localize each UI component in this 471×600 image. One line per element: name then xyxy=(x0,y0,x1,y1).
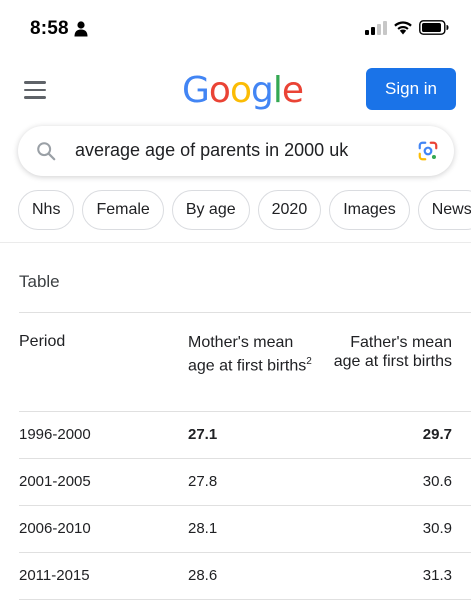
status-bar: 8:58 xyxy=(0,0,471,62)
header-period: Period xyxy=(19,333,66,350)
data-table: Period Mother's mean age at first births… xyxy=(19,312,471,600)
chip-news[interactable]: News xyxy=(417,190,471,230)
status-time: 8:58 xyxy=(30,18,69,39)
cell-mother-age: 27.8 xyxy=(188,473,218,490)
table-title: Table xyxy=(19,272,60,291)
table-row: 1996-2000 27.1 29.7 xyxy=(19,412,471,458)
footnote-marker: 2 xyxy=(306,356,312,367)
sign-in-button[interactable]: Sign in xyxy=(366,68,456,110)
cell-period: 2006-2010 xyxy=(19,520,91,537)
cell-mother-age: 27.1 xyxy=(188,426,218,443)
cell-period: 2001-2005 xyxy=(19,473,91,490)
logo-letter: o xyxy=(229,70,252,111)
table-row: 2001-2005 27.8 30.6 xyxy=(19,459,471,505)
table-row: 2006-2010 28.1 30.9 xyxy=(19,506,471,552)
cell-mother-age: 28.1 xyxy=(188,520,218,537)
cell-period: 1996-2000 xyxy=(19,426,91,443)
cell-father-age: 29.7 xyxy=(422,426,452,443)
chip-by-age[interactable]: By age xyxy=(171,190,250,230)
cell-father-age: 31.3 xyxy=(422,567,452,584)
cell-period: 2011-2015 xyxy=(19,567,90,584)
search-icon[interactable] xyxy=(35,140,57,162)
chip-images[interactable]: Images xyxy=(329,190,410,230)
cell-father-age: 30.9 xyxy=(422,520,452,537)
person-icon xyxy=(74,21,88,37)
search-bar[interactable]: average age of parents in 2000 uk xyxy=(18,126,454,176)
logo-letter: G xyxy=(182,70,210,111)
search-input[interactable]: average age of parents in 2000 uk xyxy=(75,140,348,161)
header-mother-label: Mother's mean age at first births xyxy=(188,334,307,375)
google-lens-icon[interactable] xyxy=(417,140,439,162)
chip-2020[interactable]: 2020 xyxy=(257,190,322,230)
hamburger-menu-icon[interactable] xyxy=(24,81,46,99)
header-mother: Mother's mean age at first births2 xyxy=(188,333,318,375)
table-header-row: Period Mother's mean age at first births… xyxy=(19,313,471,411)
wifi-icon xyxy=(394,21,412,35)
cell-father-age: 30.6 xyxy=(422,473,452,490)
google-logo[interactable]: Google xyxy=(182,70,304,111)
chip-female[interactable]: Female xyxy=(82,190,164,230)
battery-icon xyxy=(419,20,449,35)
logo-letter: o xyxy=(208,70,231,111)
header: Google Sign in xyxy=(0,62,471,122)
cell-mother-age: 28.6 xyxy=(188,567,218,584)
divider xyxy=(0,242,471,243)
chip-nhs[interactable]: Nhs xyxy=(18,190,75,230)
cellular-signal-icon xyxy=(365,20,387,35)
header-father: Father's mean age at first births xyxy=(333,334,452,370)
search-filter-chips: Nhs Female By age 2020 Images News xyxy=(18,190,471,232)
table-row: 2011-2015 28.6 31.3 xyxy=(19,553,471,599)
logo-letter: l xyxy=(272,70,283,111)
logo-letter: g xyxy=(250,70,274,111)
status-icons xyxy=(365,20,449,35)
logo-letter: e xyxy=(281,70,304,111)
